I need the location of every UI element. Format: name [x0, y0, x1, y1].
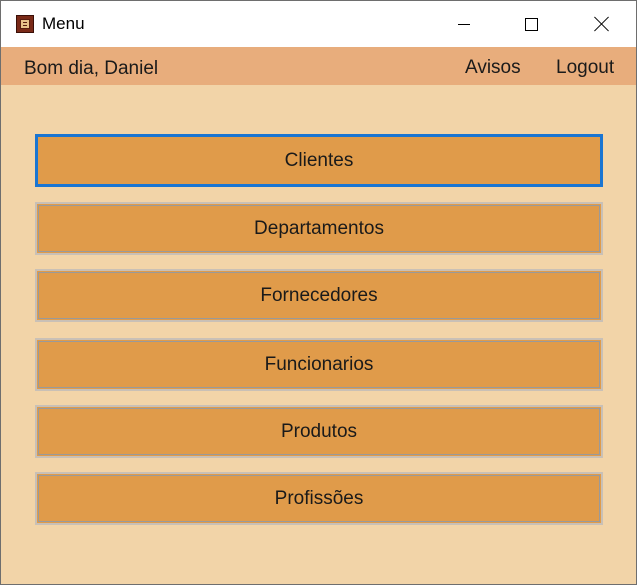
funcionarios-button[interactable]: Funcionarios — [35, 338, 603, 391]
profissoes-button[interactable]: Profissões — [35, 472, 603, 525]
app-icon-bar — [23, 25, 27, 26]
greeting-label: Bom dia, Daniel — [24, 58, 159, 79]
app-icon-bar — [23, 22, 27, 23]
minimize-icon — [458, 23, 470, 25]
clientes-button[interactable]: Clientes — [35, 134, 603, 187]
menu-strip: Bom dia, Daniel Avisos Logout — [1, 47, 636, 85]
produtos-button[interactable]: Produtos — [35, 405, 603, 458]
minimize-button[interactable] — [441, 1, 487, 47]
app-icon-inner — [20, 19, 30, 29]
menu-window: Menu Bom dia, Daniel Avisos Logout Clien… — [0, 0, 637, 585]
app-window-icon[interactable] — [16, 15, 34, 33]
close-icon — [594, 16, 610, 32]
window-title: Menu — [42, 14, 85, 33]
title-bar[interactable]: Menu — [1, 1, 636, 47]
logout-menu-item[interactable]: Logout — [556, 57, 614, 79]
fornecedores-button[interactable]: Fornecedores — [35, 269, 603, 322]
avisos-menu-item[interactable]: Avisos — [465, 57, 521, 79]
maximize-button[interactable] — [508, 1, 554, 47]
maximize-icon — [524, 17, 538, 31]
close-button[interactable] — [579, 1, 625, 47]
departamentos-button[interactable]: Departamentos — [35, 202, 603, 255]
